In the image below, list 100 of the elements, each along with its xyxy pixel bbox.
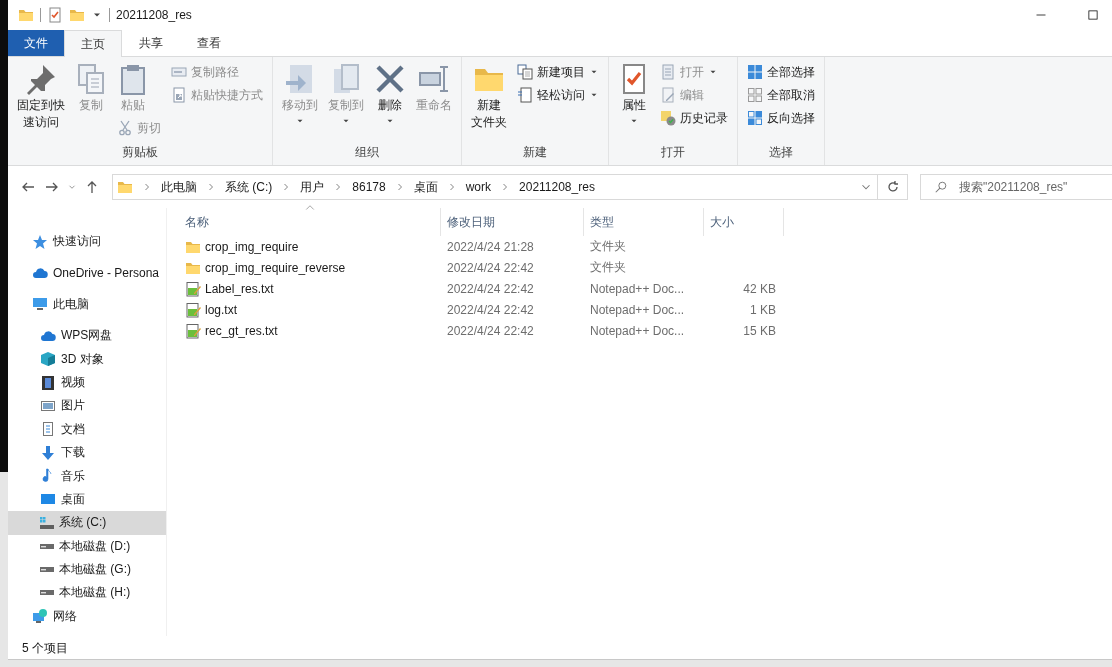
file-size: 42 KB xyxy=(743,281,776,296)
breadcrumb-item[interactable]: 系统 (C:) xyxy=(225,178,273,196)
breadcrumb-item[interactable]: 桌面 xyxy=(413,178,438,196)
ribbon-group-label: 新建 xyxy=(522,144,548,161)
sidebar-item[interactable]: OneDrive - Persona xyxy=(8,261,166,285)
text-cursor-icon xyxy=(418,63,450,95)
breadcrumb-item[interactable]: 此电脑 xyxy=(161,178,197,196)
file-name: log.txt xyxy=(205,302,237,317)
file-size: 15 KB xyxy=(743,323,776,338)
sidebar-item[interactable]: 图片 xyxy=(8,394,166,418)
path-icon xyxy=(171,64,187,80)
file-type: Notepad++ Doc... xyxy=(590,323,685,338)
column-header[interactable]: 大小 xyxy=(704,208,784,236)
modified-date: 2022/4/24 22:42 xyxy=(447,281,534,296)
ribbon-tab[interactable]: 主页 xyxy=(64,30,122,57)
document-icon xyxy=(517,87,533,103)
search-field[interactable]: 搜索"20211208_res" xyxy=(920,174,1112,200)
checkmark-document-icon xyxy=(47,7,63,23)
document-icon xyxy=(40,421,56,438)
file-name: Label_res.txt xyxy=(205,281,274,296)
ribbon-button[interactable]: 全部选择 xyxy=(744,61,818,83)
sidebar-item[interactable]: 本地磁盘 (H:) xyxy=(8,581,166,605)
ribbon-button[interactable]: 删除 xyxy=(371,61,409,128)
breadcrumb-item[interactable]: 20211208_res xyxy=(519,180,595,194)
sidebar-item[interactable]: 音乐 xyxy=(8,464,166,488)
button-label: 新建 文件夹 xyxy=(471,97,507,131)
item-count: 5 个项目 xyxy=(22,639,68,657)
folder-icon xyxy=(69,7,85,23)
button-label: 固定到快 速访问 xyxy=(17,97,65,131)
file-size: 1 KB xyxy=(750,302,776,317)
grid-icon xyxy=(747,110,763,126)
down-arrow-icon xyxy=(40,444,56,461)
ribbon-button[interactable]: 固定到快 速访问 xyxy=(14,61,68,133)
button-label: 属性 xyxy=(622,97,646,114)
ribbon-button[interactable]: 历史记录 xyxy=(657,107,731,129)
ribbon-button[interactable]: 全部取消 xyxy=(744,84,818,106)
breadcrumb-item[interactable]: 用户 xyxy=(300,178,325,196)
sidebar-item[interactable]: 快速访问 xyxy=(8,230,166,254)
refresh-button[interactable] xyxy=(878,174,908,200)
notepad-icon xyxy=(185,280,201,297)
window-title: 20211208_res xyxy=(116,8,192,22)
button-label: 重命名 xyxy=(416,97,452,114)
cube-icon xyxy=(40,351,56,368)
maximize-icon xyxy=(1087,9,1099,21)
breadcrumb-item[interactable]: 86178 xyxy=(352,180,386,194)
file-type: 文件夹 xyxy=(590,259,626,276)
ribbon-tab[interactable]: 共享 xyxy=(122,30,180,56)
column-header[interactable]: 名称 xyxy=(179,208,441,236)
grid-icon xyxy=(747,64,763,80)
pencil-document-icon xyxy=(660,87,676,103)
breadcrumb-item[interactable]: work xyxy=(465,180,492,194)
ribbon-tab[interactable]: 文件 xyxy=(8,30,64,56)
ribbon-tab[interactable]: 查看 xyxy=(180,30,238,56)
sidebar-item[interactable]: 桌面 xyxy=(8,487,166,512)
file-type: 文件夹 xyxy=(590,238,626,255)
film-icon xyxy=(40,374,56,391)
documents-icon xyxy=(75,63,107,95)
sidebar-item[interactable]: 下载 xyxy=(8,441,166,465)
pin-icon xyxy=(25,63,57,95)
grid-icon xyxy=(747,87,763,103)
column-header[interactable]: 类型 xyxy=(584,208,704,236)
address-bar[interactable]: 此电脑 系统 (C:) 用户 86178 桌面 work 20211208_res xyxy=(112,174,878,200)
file-name: crop_img_require_reverse xyxy=(205,260,346,275)
sidebar-item[interactable]: 文档 xyxy=(8,417,166,441)
folder-icon xyxy=(18,7,34,23)
sidebar-item[interactable]: 本地磁盘 (G:) xyxy=(8,557,166,582)
drive-icon xyxy=(40,516,54,529)
sidebar-item[interactable]: 本地磁盘 (D:) xyxy=(8,534,166,558)
notepad-icon xyxy=(185,301,201,318)
document-icon xyxy=(660,64,676,80)
sidebar-item[interactable]: 3D 对象 xyxy=(8,347,166,371)
documents-icon xyxy=(517,64,533,80)
file-name: crop_img_require xyxy=(205,239,299,254)
ribbon-button[interactable]: 反向选择 xyxy=(744,107,818,129)
star-icon xyxy=(32,233,48,250)
x-icon xyxy=(374,63,406,95)
ribbon-group-label: 选择 xyxy=(768,144,794,161)
scissors-icon xyxy=(117,120,133,136)
sidebar-item[interactable]: 此电脑 xyxy=(8,292,166,317)
sidebar-item[interactable]: 视频 xyxy=(8,370,166,395)
button-label: 复制到 xyxy=(328,97,364,114)
sidebar-item[interactable]: 系统 (C:) xyxy=(8,511,166,535)
monitor-icon xyxy=(32,296,48,313)
button-label: 粘贴 xyxy=(121,97,145,114)
ribbon-button[interactable]: 属性 xyxy=(615,61,653,128)
file-type: Notepad++ Doc... xyxy=(590,281,685,296)
column-header[interactable]: 修改日期 xyxy=(441,208,584,236)
ribbon-button[interactable]: 轻松访问 xyxy=(514,84,602,106)
ribbon-group-label: 组织 xyxy=(354,144,380,161)
modified-date: 2022/4/24 22:42 xyxy=(447,260,534,275)
modified-date: 2022/4/24 22:42 xyxy=(447,323,534,338)
button-label: 复制 xyxy=(79,97,103,114)
ribbon-button[interactable]: 新建项目 xyxy=(514,61,602,83)
ribbon-button[interactable]: 新建 文件夹 xyxy=(468,61,510,133)
notepad-icon xyxy=(185,322,201,339)
drive-icon xyxy=(40,589,54,597)
sidebar-item[interactable]: 网络 xyxy=(8,604,166,628)
drive-icon xyxy=(40,542,54,550)
sidebar-item[interactable]: WPS网盘 xyxy=(8,324,166,348)
file-name: rec_gt_res.txt xyxy=(205,323,278,338)
